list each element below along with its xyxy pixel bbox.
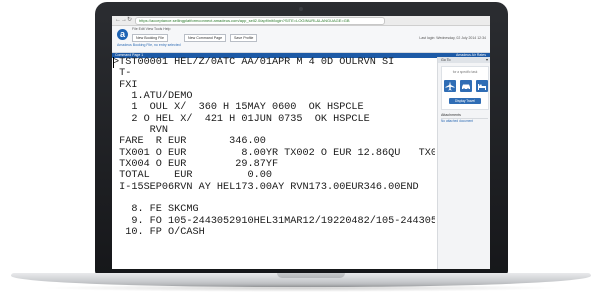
session-info: Last login: Wednesday, 02 July 2014 12:3…: [419, 36, 486, 40]
new-command-page-button[interactable]: New Command Page: [184, 34, 227, 42]
terminal-line: FXI: [113, 79, 138, 91]
browser-toolbar: ← → ↻ https://acceptance.sellingplatform…: [112, 16, 490, 26]
laptop-lid: ← → ↻ https://acceptance.sellingplatform…: [95, 2, 508, 275]
reload-icon[interactable]: ↻: [127, 16, 132, 25]
right-sidebar: Go To ▾ for a specific task Display Trav…: [437, 57, 490, 269]
new-booking-file-button[interactable]: New Booking File: [132, 34, 168, 42]
goto-label: Go To: [441, 58, 451, 62]
terminal-line: 9. FO 105-2443052910HEL31MAR12/19220482/…: [131, 215, 435, 227]
camera-dot: [299, 7, 303, 11]
terminal-line: 8. FE SKCMG: [113, 204, 199, 216]
text-cursor: [113, 57, 114, 68]
plane-icon[interactable]: [444, 80, 456, 92]
display-itinerary-button[interactable]: Display Travel Itinerary: [449, 98, 481, 109]
goto-header[interactable]: Go To ▾: [438, 57, 490, 63]
terminal-line: I-15SEP06RVN AY HEL173.00AY RVN173.00EUR…: [113, 181, 419, 193]
terminal-line: FARE R EUR 346.00: [113, 136, 266, 148]
amadeus-logo: a: [117, 29, 128, 40]
terminal-line: 1.ATU/DEMO: [113, 91, 193, 103]
goto-card: for a specific task Display Travel Itine…: [441, 66, 489, 110]
laptop-screen: ← → ↻ https://acceptance.sellingplatform…: [112, 16, 490, 269]
app-header: a File Edit View Tools Help New Booking …: [112, 26, 490, 53]
terminal-line: TX004 O EUR 29.87YF: [113, 159, 279, 171]
address-bar[interactable]: https://acceptance.sellingplatformconnec…: [135, 17, 385, 25]
terminal-line: 2 O HEL X/ 421 H 01JUN 0735 OK HSPCLE 31…: [131, 113, 370, 125]
command-terminal[interactable]: >TST00001 HEL/Z/0ATC AA/01APR M 4 0D OUL…: [112, 57, 435, 269]
goto-card-text: for a specific task: [452, 70, 478, 74]
terminal-line: TX001 O EUR 8.00YR TX002 O EUR 12.86QU T…: [119, 147, 435, 159]
save-profile-button[interactable]: Save Profile: [230, 34, 258, 42]
laptop-shadow: [40, 284, 560, 292]
terminal-line: >TST00001 HEL/Z/0ATC AA/01APR M 4 0D OUL…: [113, 57, 395, 68]
bed-icon[interactable]: [476, 80, 488, 92]
booking-file-status[interactable]: Amadeus Booking File, no entry selected: [117, 43, 181, 47]
terminal-line: TOTAL EUR 0.00: [113, 170, 272, 182]
laptop-notch: [277, 273, 345, 278]
terminal-line: T-: [113, 68, 132, 80]
attachments-status: No attached document: [441, 119, 474, 123]
terminal-line: 1 OUL X/ 360 H 15MAY 0600 OK HSPCLE 31MA…: [131, 102, 364, 114]
menu-bar[interactable]: File Edit View Tools Help: [132, 27, 170, 31]
car-icon[interactable]: [460, 80, 472, 92]
terminal-line: 10. FP O/CASH: [113, 227, 205, 239]
chevron-down-icon[interactable]: ▾: [486, 57, 488, 63]
terminal-line: RVN: [113, 125, 169, 137]
